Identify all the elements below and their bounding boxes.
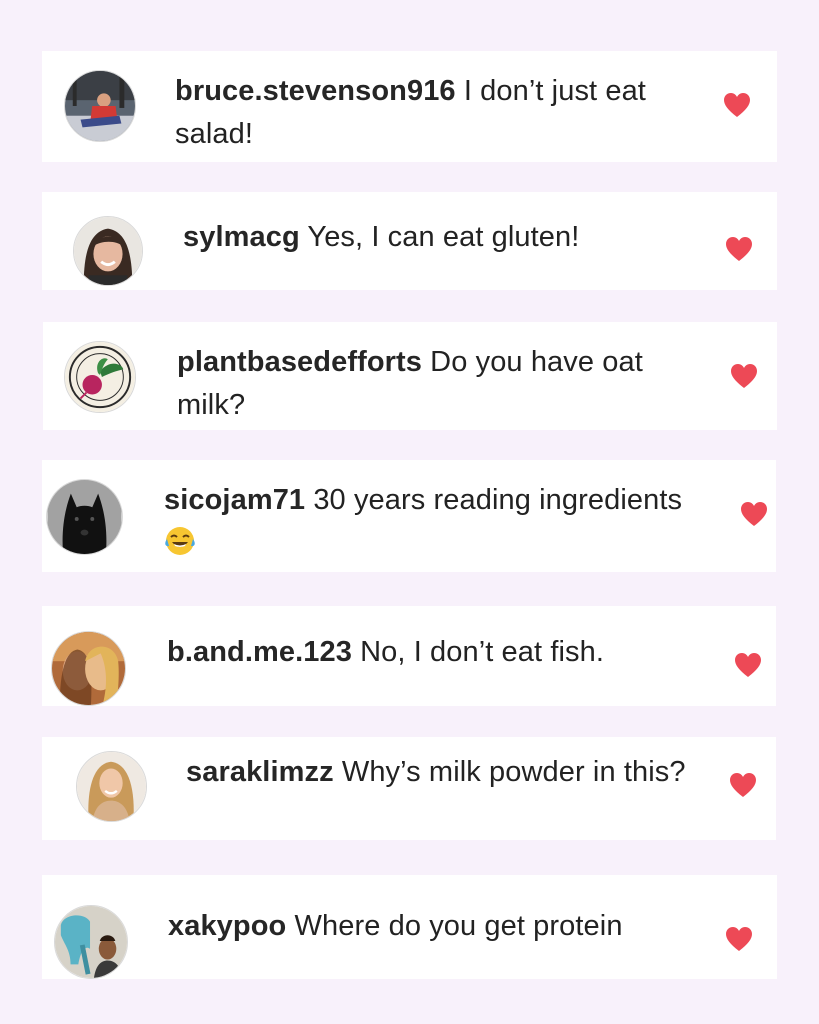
comment-card: b.and.me.123 No, I don’t eat fish.	[42, 606, 776, 706]
comment-card: plantbasedefforts Do you have oat milk?	[43, 322, 777, 430]
comment-username[interactable]: sicojam71	[164, 484, 305, 516]
comment-body: Why’s milk powder in this?	[333, 756, 686, 788]
comment-text: saraklimzz Why’s milk powder in this?	[186, 751, 686, 794]
beet-logo-avatar[interactable]	[64, 341, 136, 413]
comment-text: xakypoo Where do you get protein	[168, 905, 728, 948]
comment-text: b.and.me.123 No, I don’t eat fish.	[167, 631, 727, 674]
two-people-avatar[interactable]	[51, 631, 126, 706]
man-with-elephant-avatar[interactable]	[54, 905, 128, 979]
comment-card: bruce.stevenson916 I don’t just eat sala…	[42, 51, 777, 162]
comment-username[interactable]: plantbasedefforts	[177, 346, 422, 378]
like-heart-icon[interactable]	[734, 652, 762, 678]
comment-body: 30 years reading ingredients	[305, 484, 683, 516]
comment-text: plantbasedefforts Do you have oat milk?	[177, 341, 697, 427]
like-heart-icon[interactable]	[730, 363, 758, 389]
comment-text: bruce.stevenson916 I don’t just eat sala…	[175, 70, 695, 156]
like-heart-icon[interactable]	[723, 92, 751, 118]
like-heart-icon[interactable]	[729, 772, 757, 798]
comment-username[interactable]: b.and.me.123	[167, 636, 352, 668]
comment-username[interactable]: xakypoo	[168, 910, 286, 942]
like-heart-icon[interactable]	[725, 926, 753, 952]
face-with-tears-of-joy-emoji	[164, 525, 196, 557]
black-dog-avatar[interactable]	[46, 479, 123, 555]
comment-body: No, I don’t eat fish.	[351, 636, 605, 668]
comment-card: sicojam71 30 years reading ingredients	[42, 460, 776, 572]
comment-text: sylmacg Yes, I can eat gluten!	[183, 216, 703, 259]
smiling-woman-avatar[interactable]	[73, 216, 143, 286]
comment-username[interactable]: bruce.stevenson916	[175, 75, 456, 107]
person-in-red-jacket-avatar[interactable]	[64, 70, 136, 142]
like-heart-icon[interactable]	[740, 501, 768, 527]
comment-body: Where do you get protein	[286, 910, 623, 942]
comment-username[interactable]: sylmacg	[183, 221, 300, 253]
smiling-blonde-woman-avatar[interactable]	[76, 751, 147, 822]
like-heart-icon[interactable]	[725, 236, 753, 262]
comment-body: Yes, I can eat gluten!	[299, 221, 580, 253]
comment-card: xakypoo Where do you get protein	[42, 875, 777, 979]
comment-card: saraklimzz Why’s milk powder in this?	[42, 737, 776, 840]
comment-username[interactable]: saraklimzz	[186, 756, 334, 788]
comment-card: sylmacg Yes, I can eat gluten!	[42, 192, 777, 290]
comment-text: sicojam71 30 years reading ingredients	[164, 479, 684, 565]
